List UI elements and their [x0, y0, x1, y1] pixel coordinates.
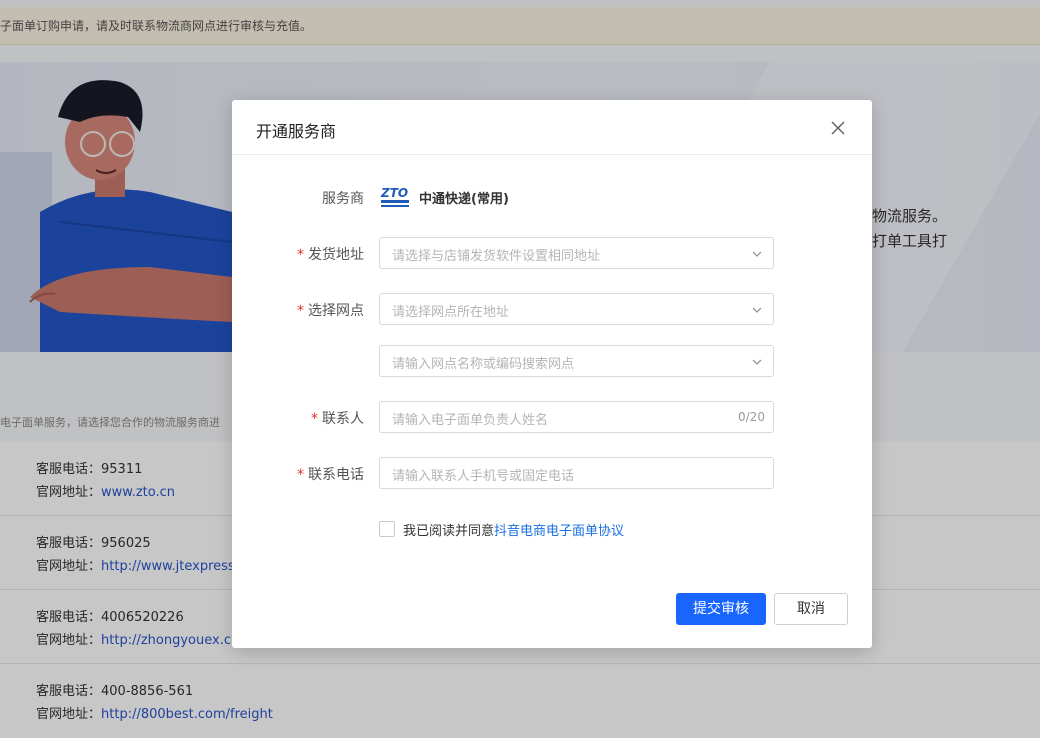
required-mark: *	[297, 467, 304, 483]
outlet-region-select[interactable]: 请选择网点所在地址	[379, 293, 774, 325]
open-provider-dialog: 开通服务商 服务商 ZTO 中通快递(常用) * 发货地址 请选择与店铺发货软件设…	[232, 100, 872, 648]
char-counter: 0/20	[738, 410, 765, 424]
phone-label: * 联系电话	[297, 467, 364, 483]
dialog-header: 开通服务商	[232, 100, 872, 155]
address-row: * 发货地址 请选择与店铺发货软件设置相同地址	[232, 237, 872, 269]
contact-placeholder: 请输入电子面单负责人姓名	[392, 413, 549, 428]
phone-input[interactable]: 请输入联系人手机号或固定电话	[379, 457, 774, 489]
outlet-search-select[interactable]: 请输入网点名称或编码搜索网点	[379, 345, 774, 377]
agreement-text: 我已阅读并同意	[403, 524, 495, 539]
provider-name: 中通快递(常用)	[419, 192, 509, 207]
address-placeholder: 请选择与店铺发货软件设置相同地址	[392, 249, 601, 264]
outlet-search-row: 请输入网点名称或编码搜索网点	[232, 345, 872, 377]
close-icon[interactable]	[828, 118, 848, 138]
agreement-link[interactable]: 抖音电商电子面单协议	[494, 524, 624, 539]
contact-label: * 联系人	[311, 411, 364, 427]
submit-review-button[interactable]: 提交审核	[676, 593, 766, 625]
phone-placeholder: 请输入联系人手机号或固定电话	[392, 469, 575, 484]
agreement-checkbox[interactable]	[379, 521, 395, 537]
outlet-search-placeholder: 请输入网点名称或编码搜索网点	[392, 357, 575, 372]
chevron-down-icon	[752, 359, 762, 365]
contact-row: * 联系人 请输入电子面单负责人姓名 0/20	[232, 401, 872, 433]
address-label: * 发货地址	[297, 247, 364, 263]
required-mark: *	[311, 411, 318, 427]
chevron-down-icon	[752, 307, 762, 313]
dialog-title: 开通服务商	[256, 122, 337, 141]
contact-input[interactable]: 请输入电子面单负责人姓名 0/20	[379, 401, 774, 433]
chevron-down-icon	[752, 251, 762, 257]
zto-logo-icon: ZTO	[380, 186, 409, 207]
address-select[interactable]: 请选择与店铺发货软件设置相同地址	[379, 237, 774, 269]
required-mark: *	[297, 247, 304, 263]
cancel-button[interactable]: 取消	[774, 593, 848, 625]
provider-label: 服务商	[322, 191, 364, 207]
svg-text:ZTO: ZTO	[380, 186, 408, 200]
phone-row: * 联系电话 请输入联系人手机号或固定电话	[232, 457, 872, 489]
required-mark: *	[297, 303, 304, 319]
outlet-row: * 选择网点 请选择网点所在地址	[232, 293, 872, 325]
provider-row: 服务商	[232, 181, 872, 213]
outlet-placeholder: 请选择网点所在地址	[392, 305, 510, 320]
outlet-label: * 选择网点	[297, 303, 364, 319]
